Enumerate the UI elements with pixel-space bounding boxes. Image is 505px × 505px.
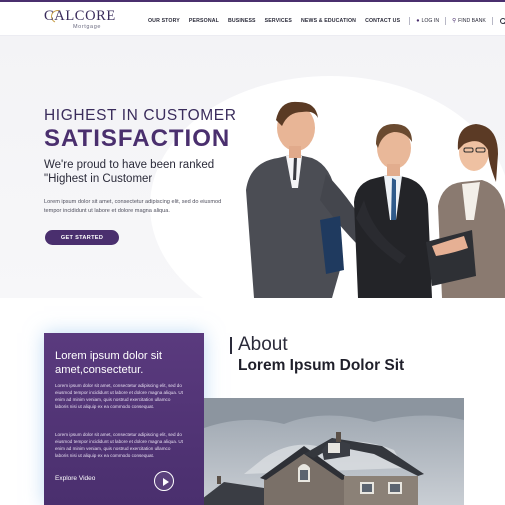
nav-item-personal[interactable]: PERSONAL xyxy=(189,18,219,24)
house-image xyxy=(204,398,464,505)
login-link[interactable]: ● LOG IN xyxy=(416,18,439,24)
play-icon[interactable] xyxy=(154,471,174,491)
explore-video-link[interactable]: Explore Video xyxy=(55,475,95,482)
about-label: About xyxy=(238,334,288,355)
nav-divider xyxy=(491,17,493,25)
about-divider-bar xyxy=(230,337,232,354)
nav-item-business[interactable]: BUSINESS xyxy=(228,18,256,24)
hero-section: HIGHEST IN CUSTOMER SATISFACTION We're p… xyxy=(0,36,505,298)
feature-card-paragraph: Lorem ipsum dolor sit amet, consectetur … xyxy=(55,383,183,409)
hero-body-text: Lorem ipsum dolor sit amet, consectetur … xyxy=(44,199,222,214)
feature-card: Lorem ipsum dolor sit amet,consectetur. … xyxy=(44,333,204,505)
nav-item-news-education[interactable]: NEWS & EDUCATION xyxy=(301,18,356,24)
logo-text: CALCORE xyxy=(44,8,116,24)
hero-eyebrow: HIGHEST IN CUSTOMER xyxy=(44,107,237,124)
nav-item-services[interactable]: SERVICES xyxy=(265,18,292,24)
hero-subtitle: We're proud to have been ranked "Highest… xyxy=(44,159,215,185)
feature-card-title: Lorem ipsum dolor sit amet,consectetur. xyxy=(55,350,162,376)
main-nav: OUR STORY PERSONAL BUSINESS SERVICES NEW… xyxy=(148,16,505,26)
location-pin-icon: ⚲ xyxy=(452,18,457,24)
get-started-button[interactable]: GET STARTED xyxy=(45,230,119,245)
hero-title: SATISFACTION xyxy=(44,125,231,152)
person-man-dark-suit xyxy=(354,124,432,298)
site-logo[interactable]: CALCORE Mortgage xyxy=(44,8,116,32)
search-icon[interactable] xyxy=(499,17,505,25)
site-header: CALCORE Mortgage OUR STORY PERSONAL BUSI… xyxy=(0,2,505,36)
find-bank-link[interactable]: ⚲ FIND BANK xyxy=(452,18,486,24)
nav-divider xyxy=(409,17,411,25)
nav-item-our-story[interactable]: OUR STORY xyxy=(148,18,180,24)
nav-divider xyxy=(445,17,447,25)
feature-card-paragraph: Lorem ipsum dolor sit amet, consectetur … xyxy=(55,432,183,458)
about-title: Lorem Ipsum Dolor Sit xyxy=(238,357,405,374)
person-woman-beige-jacket xyxy=(426,124,505,298)
user-icon: ● xyxy=(416,18,420,24)
nav-item-contact-us[interactable]: CONTACT US xyxy=(365,18,400,24)
find-bank-label: FIND BANK xyxy=(458,18,486,24)
logo-subtext: Mortgage xyxy=(73,24,102,30)
login-label: LOG IN xyxy=(421,18,440,24)
hero-business-handshake-image xyxy=(246,101,505,298)
